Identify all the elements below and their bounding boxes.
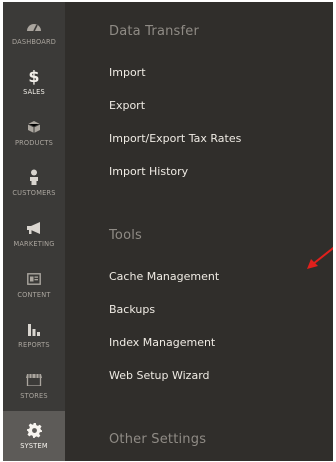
admin-menu-screenshot: DASHBOARD $ SALES PRODUCTS CUSTOMERS MAR… xyxy=(3,2,333,461)
menu-item-web-setup-wizard[interactable]: Web Setup Wizard xyxy=(109,359,333,392)
sidebar-item-stores[interactable]: STORES xyxy=(3,360,65,411)
menu-item-import-history[interactable]: Import History xyxy=(109,155,333,188)
menu-item-import-export-tax-rates[interactable]: Import/Export Tax Rates xyxy=(109,122,333,155)
sidebar-item-label: MARKETING xyxy=(13,240,55,249)
sidebar-item-label: DASHBOARD xyxy=(11,37,57,46)
bar-chart-icon xyxy=(25,320,43,338)
cube-icon xyxy=(25,118,43,136)
sidebar-item-label: PRODUCTS xyxy=(14,138,54,147)
dashboard-gauge-icon xyxy=(25,17,43,35)
section-title-other-settings: Other Settings xyxy=(109,432,207,447)
sidebar-item-content[interactable]: CONTENT xyxy=(3,259,65,310)
storefront-icon xyxy=(25,371,43,389)
sidebar-item-label: REPORTS xyxy=(18,341,50,350)
sidebar-item-label: SYSTEM xyxy=(20,442,48,451)
sidebar-item-reports[interactable]: REPORTS xyxy=(3,309,65,360)
layout-icon xyxy=(25,270,43,288)
sidebar-item-marketing[interactable]: MARKETING xyxy=(3,208,65,259)
data-transfer-list: Import Export Import/Export Tax Rates Im… xyxy=(109,56,333,188)
sidebar-item-label: CUSTOMERS xyxy=(12,189,56,198)
sidebar-item-dashboard[interactable]: DASHBOARD xyxy=(3,6,65,57)
sidebar-item-customers[interactable]: CUSTOMERS xyxy=(3,158,65,209)
sidebar-item-system[interactable]: SYSTEM xyxy=(3,410,65,461)
person-icon xyxy=(25,168,43,186)
sidebar-item-products[interactable]: PRODUCTS xyxy=(3,107,65,158)
gear-icon xyxy=(25,421,43,439)
sidebar-item-label: CONTENT xyxy=(17,290,51,299)
system-menu-panel: Data Transfer Import Export Import/Expor… xyxy=(65,2,333,461)
admin-sidebar: DASHBOARD $ SALES PRODUCTS CUSTOMERS MAR… xyxy=(3,2,65,461)
red-arrow-annotation xyxy=(307,246,333,269)
menu-item-index-management[interactable]: Index Management xyxy=(109,326,333,359)
menu-item-export[interactable]: Export xyxy=(109,89,333,122)
dollar-icon: $ xyxy=(28,66,40,86)
tools-list: Cache Management Backups Index Managemen… xyxy=(109,260,333,392)
sidebar-item-label: SALES xyxy=(23,88,45,97)
section-title-data-transfer: Data Transfer xyxy=(109,24,200,39)
menu-item-import[interactable]: Import xyxy=(109,56,333,89)
menu-item-backups[interactable]: Backups xyxy=(109,293,333,326)
megaphone-icon xyxy=(25,219,43,237)
section-title-tools: Tools xyxy=(109,228,143,243)
menu-item-cache-management[interactable]: Cache Management xyxy=(109,260,333,293)
sidebar-item-sales[interactable]: $ SALES xyxy=(3,57,65,108)
sidebar-item-label: STORES xyxy=(20,391,48,400)
